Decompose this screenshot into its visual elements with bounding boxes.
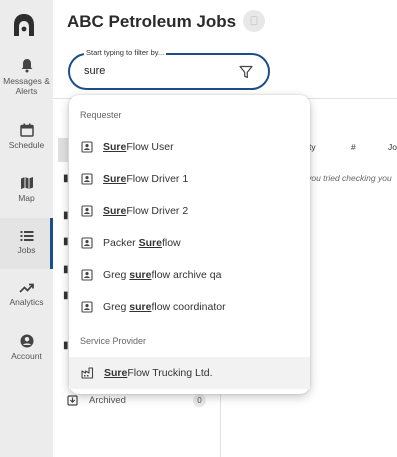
option-text-match: Sure xyxy=(103,173,127,185)
nav-messages-label-2: Alerts xyxy=(15,86,38,96)
person-badge-icon xyxy=(81,141,93,153)
option-requester[interactable]: SureFlow User xyxy=(69,131,310,163)
option-text: Greg sureflow archive qa xyxy=(103,269,222,281)
account-circle-icon xyxy=(20,334,33,348)
option-requester[interactable]: SureFlow Driver 2 xyxy=(69,195,310,227)
option-text-suffix: Flow Trucking Ltd. xyxy=(127,367,213,379)
filter-input[interactable] xyxy=(84,65,224,77)
nav-messages-alerts[interactable]: Messages & Alerts xyxy=(0,58,53,102)
option-text-match: Sure xyxy=(103,205,127,217)
nav-jobs[interactable]: Jobs xyxy=(0,218,53,269)
nav-map[interactable]: Map xyxy=(0,176,53,208)
person-badge-icon xyxy=(81,301,93,313)
map-icon xyxy=(20,177,33,189)
calendar-icon xyxy=(19,123,34,137)
option-text-match: Sure xyxy=(138,237,162,249)
sidebar-item-stub[interactable]: ▮ xyxy=(63,236,69,247)
option-text-prefix: Greg xyxy=(103,269,130,281)
trending-up-icon xyxy=(19,283,34,293)
archived-count-badge: 0 xyxy=(193,394,206,407)
nav-account-label: Account xyxy=(11,351,42,361)
document-icon xyxy=(250,16,258,25)
sidebar-item-stub[interactable]: ▮ xyxy=(63,264,69,275)
option-text-match: sure xyxy=(129,301,152,313)
person-badge-icon xyxy=(81,205,93,217)
empty-state-message: e you tried checking you xyxy=(300,173,392,183)
option-text-suffix: flow archive qa xyxy=(151,269,222,281)
option-requester[interactable]: Packer Sureflow xyxy=(69,227,310,259)
option-text: Packer Sureflow xyxy=(103,237,181,249)
column-header-number[interactable]: # xyxy=(351,142,356,152)
option-requester[interactable]: Greg sureflow archive qa xyxy=(69,259,310,291)
column-header-job[interactable]: Jo xyxy=(388,142,397,152)
page-action-button[interactable] xyxy=(243,10,265,32)
option-text: SureFlow Trucking Ltd. xyxy=(104,367,213,379)
side-nav: Messages & Alerts Schedule Map Jobs Anal… xyxy=(0,0,53,457)
option-text-suffix: Flow Driver 2 xyxy=(126,205,189,217)
sidebar-item-stub[interactable]: ▮ xyxy=(63,290,69,301)
sidebar-item-stub[interactable]: ▮ xyxy=(63,210,69,221)
option-text-suffix: flow xyxy=(161,237,181,249)
option-text-match: Sure xyxy=(103,141,127,153)
filter-suggestions-dropdown: Requester SureFlow User SureFlow Driver … xyxy=(69,95,310,394)
filter-label: Start typing to filter by... xyxy=(84,48,167,57)
option-text-prefix: Greg xyxy=(103,301,130,313)
option-text-suffix: flow coordinator xyxy=(151,301,226,313)
nav-jobs-label: Jobs xyxy=(17,245,36,255)
group-label-service-provider: Service Provider xyxy=(80,336,147,346)
sidebar-item-stub[interactable]: ▮ xyxy=(63,173,69,184)
option-text-suffix: Flow Driver 1 xyxy=(126,173,189,185)
option-requester[interactable]: Greg sureflow coordinator xyxy=(69,291,310,323)
sidebar-item-archived[interactable]: Archived xyxy=(89,395,126,406)
factory-icon xyxy=(81,367,94,379)
company-logo xyxy=(14,14,34,36)
option-requester[interactable]: SureFlow Driver 1 xyxy=(69,163,310,195)
selected-filter-indicator xyxy=(58,138,68,162)
person-badge-icon xyxy=(81,269,93,281)
option-text: Greg sureflow coordinator xyxy=(103,301,226,313)
filter-funnel-icon[interactable] xyxy=(239,65,253,79)
option-text: SureFlow Driver 1 xyxy=(103,173,188,185)
nav-account[interactable]: Account xyxy=(0,334,53,366)
archive-icon xyxy=(67,395,78,406)
option-text: SureFlow Driver 2 xyxy=(103,205,188,217)
nav-analytics-label: Analytics xyxy=(9,297,44,307)
group-label-requester: Requester xyxy=(80,110,122,120)
list-icon xyxy=(20,231,33,241)
person-badge-icon xyxy=(81,237,93,249)
nav-analytics[interactable]: Analytics xyxy=(0,282,53,314)
option-service-provider[interactable]: SureFlow Trucking Ltd. xyxy=(69,357,310,389)
page-title: ABC Petroleum Jobs xyxy=(67,12,237,31)
bell-icon xyxy=(21,59,32,73)
nav-schedule-label: Schedule xyxy=(8,140,45,150)
sidebar-item-stub[interactable]: ▮ xyxy=(63,340,69,351)
nav-messages-label-1: Messages & xyxy=(3,76,50,86)
person-badge-icon xyxy=(81,173,93,185)
option-text-match: Sure xyxy=(104,367,128,379)
nav-map-label: Map xyxy=(18,193,35,203)
nav-schedule[interactable]: Schedule xyxy=(0,123,53,155)
option-text-suffix: Flow User xyxy=(126,141,174,153)
option-text-match: sure xyxy=(129,269,152,281)
option-text-prefix: Packer xyxy=(103,237,139,249)
option-text: SureFlow User xyxy=(103,141,174,153)
